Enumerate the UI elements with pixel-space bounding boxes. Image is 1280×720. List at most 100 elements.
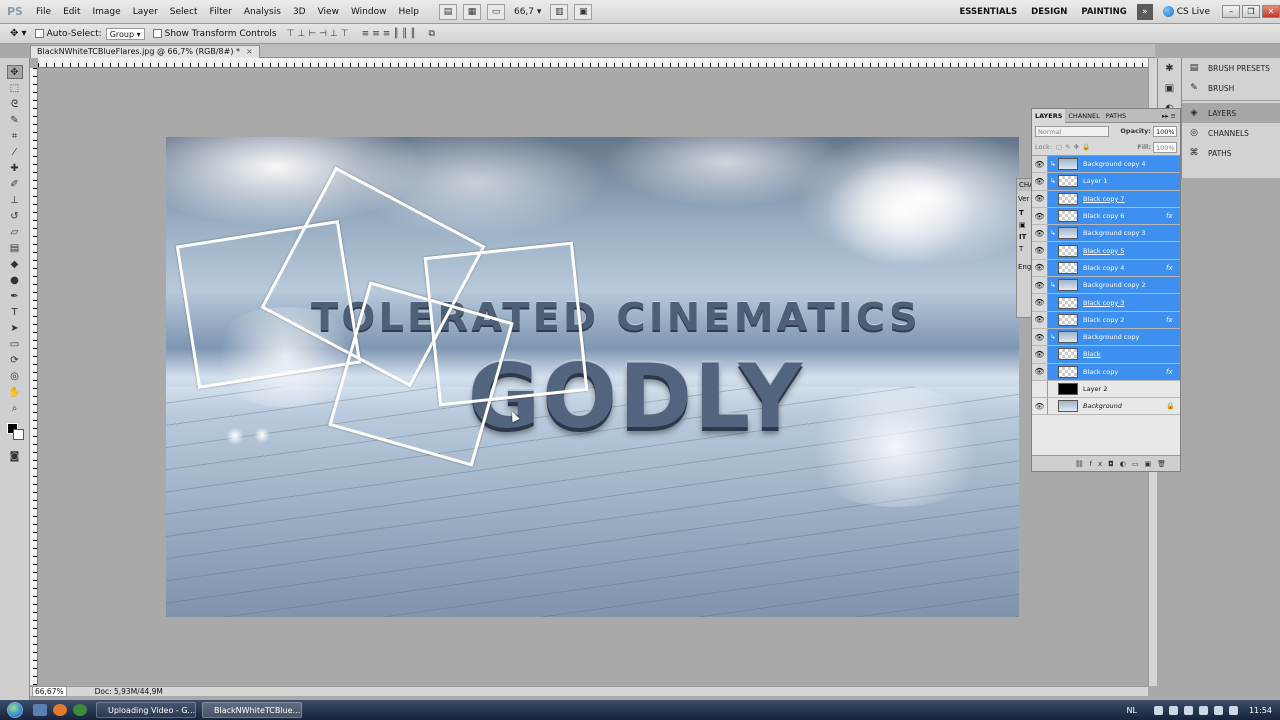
layer-name[interactable]: Layer 2 xyxy=(1083,385,1180,393)
dock-channels[interactable]: ◎ CHANNELS xyxy=(1182,123,1280,143)
layer-row[interactable]: 👁 ↳ Background copy 2 xyxy=(1032,277,1180,295)
tab-close-icon[interactable]: × xyxy=(246,47,253,56)
horizontal-ruler[interactable] xyxy=(38,58,1148,68)
taskbar-item-photoshop[interactable]: BlackNWhiteTCBlue... xyxy=(202,702,302,718)
visibility-eye-icon[interactable]: 👁 xyxy=(1032,242,1048,259)
dock-layers[interactable]: ◈ LAYERS xyxy=(1182,103,1280,123)
layer-thumbnail[interactable] xyxy=(1058,192,1078,205)
layer-thumbnail[interactable] xyxy=(1058,296,1078,309)
delete-layer-icon[interactable]: 🗑 xyxy=(1157,460,1172,468)
visibility-eye-icon[interactable]: 👁 xyxy=(1032,173,1048,190)
brush-presets-icon[interactable]: ✱ xyxy=(1163,63,1177,77)
layer-thumbnail[interactable] xyxy=(1058,175,1078,188)
clock[interactable]: 11:54 xyxy=(1249,706,1272,715)
layer-row[interactable]: 👁 Black copy fx xyxy=(1032,363,1180,381)
layer-effects-icon[interactable]: fx xyxy=(1166,316,1180,324)
workspace-painting[interactable]: PAINTING xyxy=(1081,7,1126,17)
visibility-eye-icon[interactable]: 👁 xyxy=(1032,398,1048,415)
document-tab[interactable]: BlackNWhiteTCBlueFlares.jpg @ 66,7% (RGB… xyxy=(30,45,260,58)
visibility-eye-icon[interactable]: 👁 xyxy=(1032,259,1048,277)
workspace-essentials[interactable]: ESSENTIALS xyxy=(959,7,1017,17)
image-icon[interactable]: ▣ xyxy=(1163,83,1177,97)
fill-field[interactable]: 100% xyxy=(1153,141,1177,153)
auto-align-icon[interactable]: ⧉ xyxy=(429,29,438,39)
zoom-level-select[interactable]: 66,7 ▾ xyxy=(514,7,541,17)
menu-image[interactable]: Image xyxy=(87,7,127,17)
menu-filter[interactable]: Filter xyxy=(204,7,238,17)
layer-row[interactable]: 👁 Background 🔒 xyxy=(1032,398,1180,416)
layer-name[interactable]: Background copy 3 xyxy=(1083,229,1180,237)
view-extras-icon[interactable]: ▭ xyxy=(486,3,505,20)
layer-thumbnail[interactable] xyxy=(1058,244,1078,257)
healing-brush-tool-icon[interactable]: ✚ xyxy=(7,161,23,175)
gradient-tool-icon[interactable]: ▤ xyxy=(7,241,23,255)
menu-window[interactable]: Window xyxy=(345,7,393,17)
lock-icons[interactable]: ▢✎✥🔒 xyxy=(1056,143,1093,151)
layer-row[interactable]: 👁 Black xyxy=(1032,346,1180,364)
lasso-tool-icon[interactable]: ᘓ xyxy=(7,97,23,111)
canvas-workspace[interactable]: TOLERATED CINEMATICS GODLY xyxy=(38,68,1148,685)
menu-layer[interactable]: Layer xyxy=(127,7,164,17)
layer-name[interactable]: Background xyxy=(1083,402,1166,410)
hand-tool-icon[interactable]: ✋ xyxy=(7,385,23,399)
opacity-field[interactable]: 100% xyxy=(1153,125,1177,137)
adjustment-layer-icon[interactable]: ◐ xyxy=(1120,460,1132,468)
status-zoom-field[interactable]: 66,67% xyxy=(32,686,67,697)
layer-row[interactable]: 👁 Black copy 3 xyxy=(1032,294,1180,312)
layer-name[interactable]: Black copy 3 xyxy=(1083,299,1180,307)
shape-tool-icon[interactable]: ▭ xyxy=(7,337,23,351)
layer-row[interactable]: 👁 ↳ Background copy xyxy=(1032,328,1180,347)
pen-tool-icon[interactable]: ✒ xyxy=(7,289,23,303)
type-tool-icon[interactable]: T xyxy=(7,305,23,319)
auto-select-dropdown[interactable]: Group ▾ xyxy=(105,27,145,40)
visibility-eye-icon[interactable] xyxy=(1032,380,1048,398)
layer-name[interactable]: Black copy 2 xyxy=(1083,316,1166,324)
layer-thumbnail[interactable] xyxy=(1058,331,1078,344)
visibility-eye-icon[interactable]: 👁 xyxy=(1032,294,1048,311)
screen-mode-icon[interactable]: ▣ xyxy=(574,3,593,20)
menu-help[interactable]: Help xyxy=(392,7,425,17)
3d-rotate-tool-icon[interactable]: ⟳ xyxy=(7,353,23,367)
layer-style-icon[interactable]: fx xyxy=(1090,460,1109,468)
path-selection-tool-icon[interactable]: ➤ xyxy=(7,321,23,335)
layer-thumbnail[interactable] xyxy=(1058,261,1078,274)
layer-row[interactable]: Layer 2 xyxy=(1032,380,1180,399)
move-tool-preset-icon[interactable]: ✥ ▾ xyxy=(10,28,27,39)
link-layers-icon[interactable]: ⛓ xyxy=(1075,460,1090,468)
history-brush-tool-icon[interactable]: ↺ xyxy=(7,209,23,223)
layer-name[interactable]: Layer 1 xyxy=(1083,177,1180,185)
visibility-eye-icon[interactable]: 👁 xyxy=(1032,277,1048,294)
layer-thumbnail[interactable] xyxy=(1058,210,1078,223)
tab-layers[interactable]: LAYERS xyxy=(1032,108,1066,123)
menu-analysis[interactable]: Analysis xyxy=(238,7,287,17)
layer-thumbnail[interactable] xyxy=(1058,313,1078,326)
layer-row[interactable]: 👁 ↳ Layer 1 xyxy=(1032,173,1180,191)
minimize-icon[interactable]: – xyxy=(1222,5,1240,18)
start-button[interactable] xyxy=(0,700,30,720)
eyedropper-tool-icon[interactable]: ⁄ xyxy=(7,145,23,159)
layer-name[interactable]: Background copy xyxy=(1083,333,1180,341)
layer-name[interactable]: Background copy 4 xyxy=(1083,160,1180,168)
character-font-field[interactable]: Ver xyxy=(1017,191,1031,207)
layer-thumbnail[interactable] xyxy=(1058,383,1078,395)
move-tool-icon[interactable]: ✥ xyxy=(6,65,23,79)
chrome-icon[interactable] xyxy=(73,704,87,716)
menu-select[interactable]: Select xyxy=(164,7,204,17)
marquee-tool-icon[interactable]: ⬚ xyxy=(7,81,23,95)
background-color-swatch[interactable] xyxy=(12,429,24,440)
firefox-icon[interactable] xyxy=(53,704,67,716)
mini-bridge-icon[interactable]: ▦ xyxy=(462,3,481,20)
show-desktop-icon[interactable] xyxy=(33,704,47,716)
tray-icon[interactable] xyxy=(1183,705,1193,715)
layer-name[interactable]: Background copy 2 xyxy=(1083,281,1180,289)
language-indicator[interactable]: NL xyxy=(1126,706,1136,715)
layer-row[interactable]: 👁 Black copy 4 fx xyxy=(1032,259,1180,278)
horizontal-scrollbar[interactable] xyxy=(200,686,1148,696)
tab-paths[interactable]: PATHS xyxy=(1103,109,1129,123)
cs-live-button[interactable]: CS Live xyxy=(1162,6,1210,17)
character-language-field[interactable]: Eng xyxy=(1017,255,1031,271)
color-swatches[interactable] xyxy=(5,421,25,443)
layer-row[interactable]: 👁 ↳ Background copy 3 xyxy=(1032,225,1180,243)
vertical-ruler[interactable] xyxy=(30,68,38,685)
dock-brush[interactable]: ✎ BRUSH xyxy=(1182,78,1280,98)
